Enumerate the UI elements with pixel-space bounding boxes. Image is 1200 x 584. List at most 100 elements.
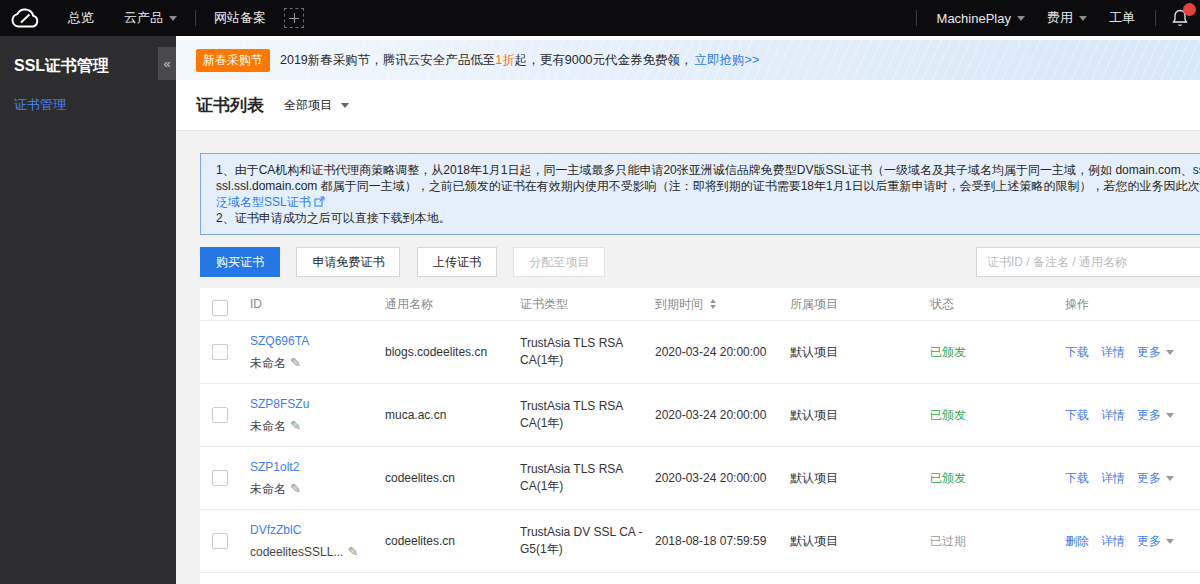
cert-id-link[interactable]: SZP8FSZu — [250, 397, 309, 411]
cert-id-cell: SZP8FSZu 未命名✎ — [250, 397, 309, 435]
nav-website-record[interactable]: 网站备案 — [214, 9, 266, 27]
more-dropdown[interactable]: 更多 — [1137, 533, 1174, 550]
promo-link[interactable]: 立即抢购>> — [695, 53, 760, 67]
toolbar: 购买证书 申请免费证书 上传证书 分配至项目 — [200, 247, 1200, 277]
nav-overview[interactable]: 总览 — [68, 9, 94, 27]
status-badge: 已颁发 — [930, 321, 966, 384]
common-name-cell: codeelites.cn — [385, 510, 455, 573]
divider — [1155, 10, 1156, 26]
cert-id-link[interactable]: SZQ696TA — [250, 334, 309, 348]
cert-id-link[interactable]: DVfzZblC — [250, 523, 358, 537]
col-common-name: 通用名称 — [385, 288, 433, 321]
chevron-down-icon — [1166, 350, 1174, 355]
nav-account[interactable]: MachinePlay — [937, 11, 1025, 26]
nav-ticket[interactable]: 工单 — [1109, 9, 1135, 27]
nav-cloud-products-label: 云产品 — [124, 9, 163, 27]
col-cert-type: 证书类型 — [520, 288, 568, 321]
add-shortcut-button[interactable] — [284, 8, 304, 28]
promo-badge: 新春采购节 — [196, 49, 270, 72]
col-expire-time: 到期时间 — [655, 288, 716, 321]
delete-link[interactable]: 删除 — [1065, 533, 1089, 550]
chevron-down-icon — [1166, 413, 1174, 418]
project-cell: 默认项目 — [790, 510, 838, 573]
edit-remark-icon[interactable]: ✎ — [347, 544, 358, 559]
sidebar: SSL证书管理 « 证书管理 — [0, 36, 176, 584]
cert-id-cell: SZQ696TA 未命名✎ — [250, 334, 309, 372]
buy-cert-button[interactable]: 购买证书 — [200, 247, 280, 277]
project-filter-label: 全部项目 — [284, 97, 332, 114]
apply-free-cert-button[interactable]: 申请免费证书 — [296, 247, 400, 277]
sidebar-item-cert-management[interactable]: 证书管理 — [0, 77, 176, 114]
common-name-cell: codeelites.cn — [385, 447, 455, 510]
upload-cert-button[interactable]: 上传证书 — [417, 247, 497, 277]
detail-link[interactable]: 详情 — [1101, 470, 1125, 487]
edit-remark-icon[interactable]: ✎ — [290, 418, 301, 433]
row-checkbox[interactable] — [212, 533, 228, 552]
cert-type-cell: TrustAsia TLS RSACA(1年) — [520, 398, 623, 432]
notice-box: 1、由于CA机构和证书代理商策略调整，从2018年1月1日起，同一主域最多只能申… — [200, 153, 1200, 235]
more-dropdown[interactable]: 更多 — [1137, 407, 1174, 424]
operations-cell: 下载 详情 更多 — [1065, 447, 1174, 510]
chevron-down-icon — [341, 103, 349, 108]
notice-line-1: 1、由于CA机构和证书代理商策略调整，从2018年1月1日起，同一主域最多只能申… — [216, 162, 1200, 178]
sort-icon[interactable] — [710, 299, 716, 309]
cert-remark: codeelitesSSLL...✎ — [250, 544, 358, 559]
notice-line-3: 泛域名型SSL证书 — [216, 194, 1200, 210]
assign-project-button[interactable]: 分配至项目 — [513, 247, 605, 277]
status-badge: 已颁发 — [930, 447, 966, 510]
notification-bell-icon[interactable] — [1172, 9, 1188, 27]
col-operation: 操作 — [1065, 288, 1089, 321]
row-checkbox[interactable] — [212, 470, 228, 489]
edit-remark-icon[interactable]: ✎ — [290, 481, 301, 496]
operations-cell: 删除 详情 更多 — [1065, 510, 1174, 573]
common-name-cell: blogs.codeelites.cn — [385, 321, 487, 384]
sidebar-title: SSL证书管理 — [0, 36, 176, 77]
cert-type-cell: TrustAsia TLS RSACA(1年) — [520, 461, 623, 495]
project-cell: 默认项目 — [790, 321, 838, 384]
download-link[interactable]: 下载 — [1065, 407, 1089, 424]
cert-id-link[interactable]: SZP1olt2 — [250, 460, 301, 474]
expire-time-cell: 2020-03-24 20:00:00 — [655, 384, 766, 447]
detail-link[interactable]: 详情 — [1101, 344, 1125, 361]
notification-badge — [1183, 3, 1196, 16]
more-dropdown[interactable]: 更多 — [1137, 470, 1174, 487]
more-dropdown[interactable]: 更多 — [1137, 344, 1174, 361]
expire-time-cell: 2020-03-24 20:00:00 — [655, 321, 766, 384]
download-link[interactable]: 下载 — [1065, 470, 1089, 487]
nav-billing[interactable]: 费用 — [1047, 9, 1087, 27]
external-link-icon — [314, 196, 325, 207]
chevron-down-icon — [1166, 476, 1174, 481]
row-checkbox[interactable] — [212, 344, 228, 363]
tencent-cloud-logo[interactable] — [10, 7, 44, 29]
col-id: ID — [250, 288, 262, 321]
notice-line-2: ssl.ssl.domain.com 都属于同一主域），之前已颁发的证书在有效期… — [216, 178, 1200, 194]
col-project: 所属项目 — [790, 288, 838, 321]
cert-id-cell: DVfzZblC codeelitesSSLL...✎ — [250, 523, 358, 559]
search-input[interactable] — [976, 247, 1200, 277]
nav-cloud-products[interactable]: 云产品 — [124, 9, 177, 27]
detail-link[interactable]: 详情 — [1101, 533, 1125, 550]
chevron-down-icon — [1017, 16, 1025, 21]
chevron-down-icon — [169, 16, 177, 21]
edit-remark-icon[interactable]: ✎ — [290, 355, 301, 370]
detail-link[interactable]: 详情 — [1101, 407, 1125, 424]
nav-account-label: MachinePlay — [937, 11, 1011, 26]
chevron-down-icon — [1079, 16, 1087, 21]
sidebar-collapse-button[interactable]: « — [158, 47, 176, 80]
status-badge: 已过期 — [930, 510, 966, 573]
expire-time-cell: 2018-08-18 07:59:59 — [655, 510, 766, 573]
table-row: SZQ696TA 未命名✎ blogs.codeelites.cn TrustA… — [200, 321, 1200, 384]
cert-type-cell: TrustAsia DV SSL CA -G5(1年) — [520, 524, 642, 558]
notice-line-4: 2、证书申请成功之后可以直接下载到本地。 — [216, 210, 1200, 226]
project-cell: 默认项目 — [790, 447, 838, 510]
promo-text-before: 2019新春采购节，腾讯云安全产品低至 — [280, 53, 495, 67]
download-link[interactable]: 下载 — [1065, 344, 1089, 361]
promo-text: 2019新春采购节，腾讯云安全产品低至1折起，更有9000元代金券免费领，立即抢… — [280, 52, 759, 69]
status-badge: 已颁发 — [930, 384, 966, 447]
wildcard-ssl-link[interactable]: 泛域名型SSL证书 — [216, 195, 311, 209]
promo-text-after: 起，更有9000元代金券免费领， — [515, 53, 693, 67]
row-checkbox[interactable] — [212, 407, 228, 426]
cert-remark: 未命名✎ — [250, 481, 301, 498]
promo-highlight: 1折 — [495, 53, 514, 67]
project-filter-dropdown[interactable]: 全部项目 — [284, 97, 349, 114]
